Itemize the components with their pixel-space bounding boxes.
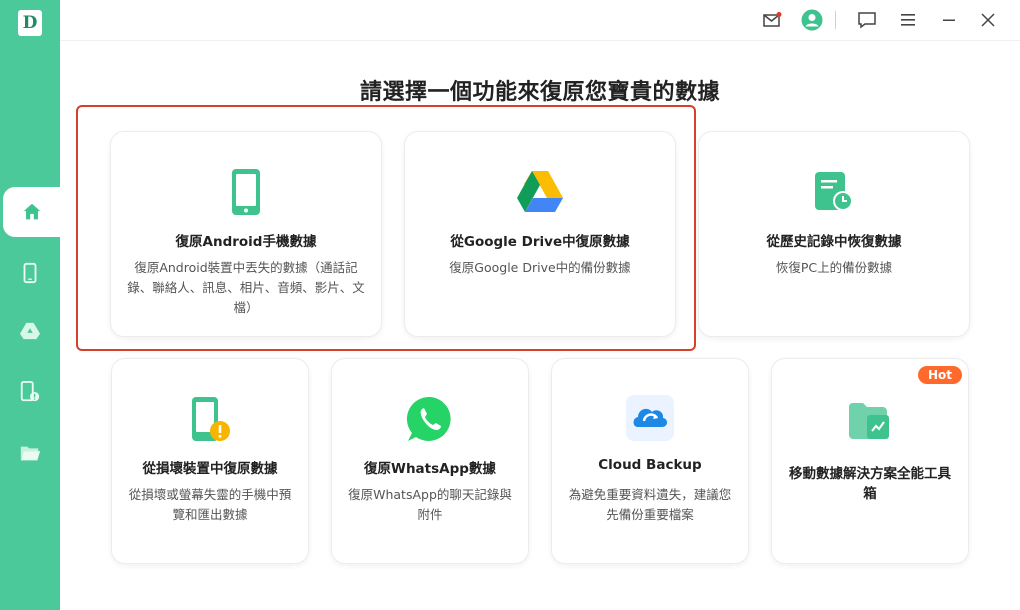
close-icon <box>981 13 995 27</box>
phone-icon <box>23 262 37 284</box>
app-window: D 請選擇一個功能來復原您寶貴的數據 復原Android手機數據 復原Andro… <box>0 0 1020 610</box>
menu-button[interactable] <box>896 8 920 32</box>
header-divider <box>60 40 1020 41</box>
minimize-icon <box>943 19 955 21</box>
card-description: 復原Google Drive中的備份數據 <box>449 260 631 275</box>
feedback-icon <box>858 12 876 29</box>
card-cloud-backup[interactable]: Cloud Backup 為避免重要資料遺失，建議您先備份重要檔案 <box>551 358 749 564</box>
card-android-recovery[interactable]: 復原Android手機數據 復原Android裝置中丟失的數據（通話記錄、聯絡人… <box>110 131 382 337</box>
sidebar-item-home[interactable] <box>3 187 60 237</box>
card-whatsapp-recovery[interactable]: 復原WhatsApp數據 復原WhatsApp的聊天記錄與附件 <box>331 358 529 564</box>
card-title: 從損壞裝置中復原數據 <box>142 461 278 477</box>
card-broken-device-recovery[interactable]: 從損壞裝置中復原數據 從損壞或螢幕失靈的手機中預覽和匯出數據 <box>111 358 309 564</box>
mail-button[interactable] <box>760 8 784 32</box>
cloud-backup-icon <box>626 395 674 441</box>
card-description: 為避免重要資料遺失，建議您先備份重要檔案 <box>568 487 732 522</box>
sidebar-item-google-drive[interactable] <box>0 306 60 356</box>
folder-icon <box>20 446 41 461</box>
user-button[interactable] <box>800 8 824 32</box>
google-drive-icon <box>517 171 563 212</box>
menu-icon <box>901 14 915 26</box>
page-title: 請選擇一個功能來復原您寶貴的數據 <box>359 80 720 105</box>
card-google-drive-recovery[interactable]: 從Google Drive中復原數據 復原Google Drive中的備份數據 <box>404 131 676 337</box>
card-title: 從歷史記錄中恢復數據 <box>766 234 902 250</box>
whatsapp-icon <box>406 396 451 441</box>
card-toolbox[interactable]: Hot 移動數據解決方案全能工具箱 <box>771 358 969 564</box>
card-description: 復原WhatsApp的聊天記錄與附件 <box>348 487 512 522</box>
mail-icon <box>763 12 782 27</box>
card-title: 從Google Drive中復原數據 <box>450 234 630 250</box>
sidebar-item-folder[interactable] <box>0 428 60 478</box>
card-history-recovery[interactable]: 從歷史記錄中恢復數據 恢復PC上的備份數據 <box>698 131 970 337</box>
sidebar: D <box>0 0 60 610</box>
app-logo: D <box>18 10 42 36</box>
card-description: 恢復PC上的備份數據 <box>775 260 893 275</box>
sidebar-item-device[interactable] <box>0 248 60 298</box>
card-description: 復原Android裝置中丟失的數據（通話記錄、聯絡人、訊息、相片、音頻、影片、文… <box>127 260 365 315</box>
feedback-button[interactable] <box>855 8 879 32</box>
card-title: 移動數據解決方案全能工具箱 <box>789 466 951 502</box>
hot-badge: Hot <box>917 366 962 384</box>
broken-phone-icon <box>20 381 40 402</box>
sidebar-item-broken-device[interactable] <box>0 367 60 417</box>
phone-icon <box>232 169 260 215</box>
minimize-button[interactable] <box>937 8 961 32</box>
history-document-icon <box>815 172 853 211</box>
card-description: 從損壞或螢幕失靈的手機中預覽和匯出數據 <box>128 487 292 522</box>
card-title: 復原WhatsApp數據 <box>364 461 496 477</box>
toolbox-icon <box>849 403 889 439</box>
drive-icon <box>20 322 40 340</box>
home-icon <box>23 203 40 220</box>
card-title: Cloud Backup <box>598 457 702 473</box>
broken-phone-icon <box>192 397 230 441</box>
close-button[interactable] <box>976 8 1000 32</box>
card-title: 復原Android手機數據 <box>175 234 317 250</box>
user-icon <box>801 9 823 31</box>
topbar-divider <box>835 11 836 29</box>
